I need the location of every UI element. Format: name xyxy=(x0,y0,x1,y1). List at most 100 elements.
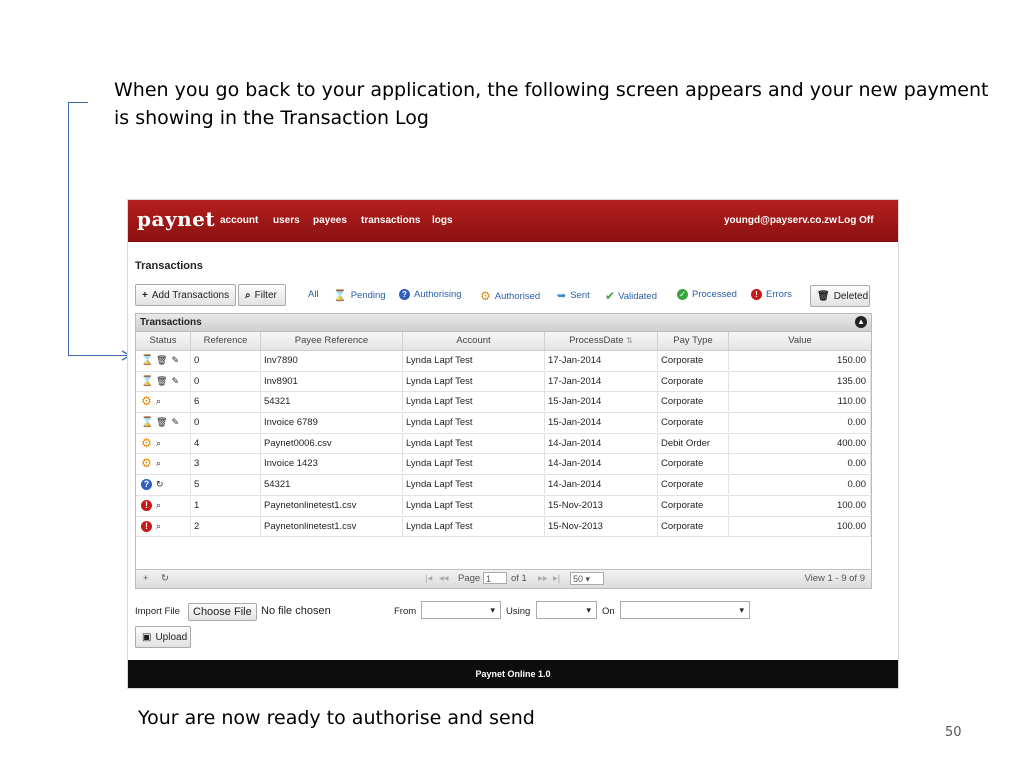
status-cell: ! ⌕ xyxy=(136,516,191,536)
grid-caption: Transactions ▲ xyxy=(136,314,871,332)
pay-type-cell: Corporate xyxy=(658,454,729,474)
on-select[interactable]: ▾ xyxy=(620,601,750,619)
filter-processed-label: Processed xyxy=(692,289,737,300)
value-cell: 100.00 xyxy=(729,516,871,536)
collapse-icon[interactable]: ▲ xyxy=(855,316,867,328)
table-row[interactable]: ! ⌕ 1 Paynetonlinetest1.csv Lynda Lapf Test 1… xyxy=(136,495,871,517)
trash-icon[interactable]: 🗑︎ xyxy=(156,351,167,370)
process-date-cell: 14-Jan-2014 xyxy=(545,475,658,495)
reference-cell: 4 xyxy=(191,433,261,453)
view-icon[interactable]: ⌕ xyxy=(156,434,161,453)
trash-icon[interactable]: 🗑︎ xyxy=(156,372,167,391)
pay-type-cell: Corporate xyxy=(658,475,729,495)
table-row[interactable]: ⌛ 🗑︎ ✎ 0 Inv7890 Lynda Lapf Test 17-Jan-2014 Co… xyxy=(136,351,871,372)
status-cell: ⚙ ⌕ xyxy=(136,433,191,453)
col-value[interactable]: Value xyxy=(729,332,871,350)
choose-file-button[interactable]: Choose File xyxy=(188,603,257,621)
col-process-date[interactable]: ProcessDate ⇅ xyxy=(545,332,658,350)
filter-validated-label: Validated xyxy=(618,290,657,302)
table-row[interactable]: ? ↻ 5 54321 Lynda Lapf Test 14-Jan-2014 Corpor… xyxy=(136,475,871,496)
payee-reference-cell: Inv7890 xyxy=(261,351,403,370)
view-icon[interactable]: ⌕ xyxy=(156,496,161,515)
view-icon[interactable]: ⌕ xyxy=(156,517,161,536)
table-row[interactable]: ! ⌕ 2 Paynetonlinetest1.csv Lynda Lapf Test 1… xyxy=(136,516,871,538)
col-status[interactable]: Status xyxy=(136,332,191,350)
dropdown-arrow-icon: ▾ xyxy=(490,605,495,615)
view-icon[interactable]: ⌕ xyxy=(156,392,161,411)
value-cell: 110.00 xyxy=(729,392,871,412)
account-cell: Lynda Lapf Test xyxy=(403,475,545,495)
filter-errors-link[interactable]: ! Errors xyxy=(751,289,792,300)
upload-button[interactable]: ▣ Upload xyxy=(135,626,191,648)
col-payee-reference[interactable]: Payee Reference xyxy=(261,332,403,350)
payee-reference-cell: Paynetonlinetest1.csv xyxy=(261,516,403,536)
reference-cell: 0 xyxy=(191,413,261,433)
process-date-cell: 17-Jan-2014 xyxy=(545,371,658,391)
col-account[interactable]: Account xyxy=(403,332,545,350)
nav-account[interactable]: account xyxy=(220,215,258,226)
table-row[interactable]: ⚙ ⌕ 3 Invoice 1423 Lynda Lapf Test 14-Jan-201… xyxy=(136,454,871,476)
deleted-button[interactable]: 🗑︎ Deleted xyxy=(810,285,870,307)
next-page-icon[interactable]: ▸▸ xyxy=(538,573,548,584)
refresh-icon[interactable]: ↻ xyxy=(161,573,169,584)
filter-pending-link[interactable]: ⌛ Pending xyxy=(333,289,386,302)
reference-cell: 1 xyxy=(191,495,261,515)
last-page-icon[interactable]: ▸| xyxy=(553,573,560,584)
table-row[interactable]: ⌛ 🗑︎ ✎ 0 Inv8901 Lynda Lapf Test 17-Jan-2014 Co… xyxy=(136,371,871,393)
nav-users[interactable]: users xyxy=(273,215,300,226)
account-cell: Lynda Lapf Test xyxy=(403,371,545,391)
edit-icon[interactable]: ✎ xyxy=(171,413,179,432)
add-transactions-button[interactable]: + Add Transactions xyxy=(135,284,236,306)
filter-validated-link[interactable]: ✔ Validated xyxy=(605,289,657,303)
nav-logs[interactable]: logs xyxy=(432,215,453,226)
nav-payees[interactable]: payees xyxy=(313,215,347,226)
page-input[interactable]: 1 xyxy=(483,572,507,584)
view-icon[interactable]: ⌕ xyxy=(156,454,161,473)
using-label: Using xyxy=(506,606,531,617)
upload-label: Upload xyxy=(155,631,188,643)
status-hourglass-icon: ⌛ xyxy=(141,417,154,429)
edit-icon[interactable]: ✎ xyxy=(171,372,179,391)
refresh-icon[interactable]: ↻ xyxy=(156,475,164,494)
filter-processed-link[interactable]: ✓ Processed xyxy=(677,289,737,300)
pay-type-cell: Corporate xyxy=(658,371,729,391)
account-cell: Lynda Lapf Test xyxy=(403,495,545,515)
trash-icon[interactable]: 🗑︎ xyxy=(156,413,167,432)
process-date-cell: 14-Jan-2014 xyxy=(545,433,658,453)
reference-cell: 3 xyxy=(191,454,261,474)
using-select[interactable]: ▾ xyxy=(536,601,597,619)
filter-button[interactable]: ⌕ Filter xyxy=(238,284,286,306)
filter-sent-link[interactable]: ➥ Sent xyxy=(557,289,590,302)
transactions-grid: Transactions ▲ Status Reference Payee Re… xyxy=(135,313,872,589)
col-reference[interactable]: Reference xyxy=(191,332,261,350)
page-size-select[interactable]: 50 ▾ xyxy=(570,572,604,585)
add-row-icon[interactable]: + xyxy=(143,573,149,584)
value-cell: 400.00 xyxy=(729,433,871,453)
pay-type-cell: Corporate xyxy=(658,413,729,433)
edit-icon[interactable]: ✎ xyxy=(171,351,179,370)
status-cell: ? ↻ xyxy=(136,475,191,495)
logoff-link[interactable]: Log Off xyxy=(838,215,874,226)
value-cell: 0.00 xyxy=(729,475,871,495)
app-window: paynet account users payees transactions… xyxy=(128,200,898,688)
filter-all-label: All xyxy=(308,289,319,300)
table-row[interactable]: ⚙ ⌕ 6 54321 Lynda Lapf Test 15-Jan-2014 Corpor… xyxy=(136,392,871,414)
question-icon: ? xyxy=(399,289,410,300)
page-title: Transactions xyxy=(135,260,203,272)
paynet-logo[interactable]: paynet xyxy=(137,207,215,231)
prev-page-icon[interactable]: ◂◂ xyxy=(439,573,449,584)
from-select[interactable]: ▾ xyxy=(421,601,501,619)
reference-cell: 6 xyxy=(191,392,261,412)
search-icon: ⌕ xyxy=(245,289,251,301)
reference-cell: 2 xyxy=(191,516,261,536)
table-row[interactable]: ⌛ 🗑︎ ✎ 0 Invoice 6789 Lynda Lapf Test 15-Jan-2… xyxy=(136,413,871,434)
nav-transactions[interactable]: transactions xyxy=(361,215,420,226)
filter-authorised-link[interactable]: ⚙ Authorised xyxy=(480,289,540,303)
col-pay-type[interactable]: Pay Type xyxy=(658,332,729,350)
filter-authorising-link[interactable]: ? Authorising xyxy=(399,289,462,300)
filter-label: Filter xyxy=(254,289,277,301)
user-email[interactable]: youngd@payserv.co.zw xyxy=(724,215,837,226)
table-row[interactable]: ⚙ ⌕ 4 Paynet0006.csv Lynda Lapf Test 14-Jan-2… xyxy=(136,433,871,455)
filter-all-link[interactable]: All xyxy=(308,289,319,300)
first-page-icon[interactable]: |◂ xyxy=(425,573,432,584)
